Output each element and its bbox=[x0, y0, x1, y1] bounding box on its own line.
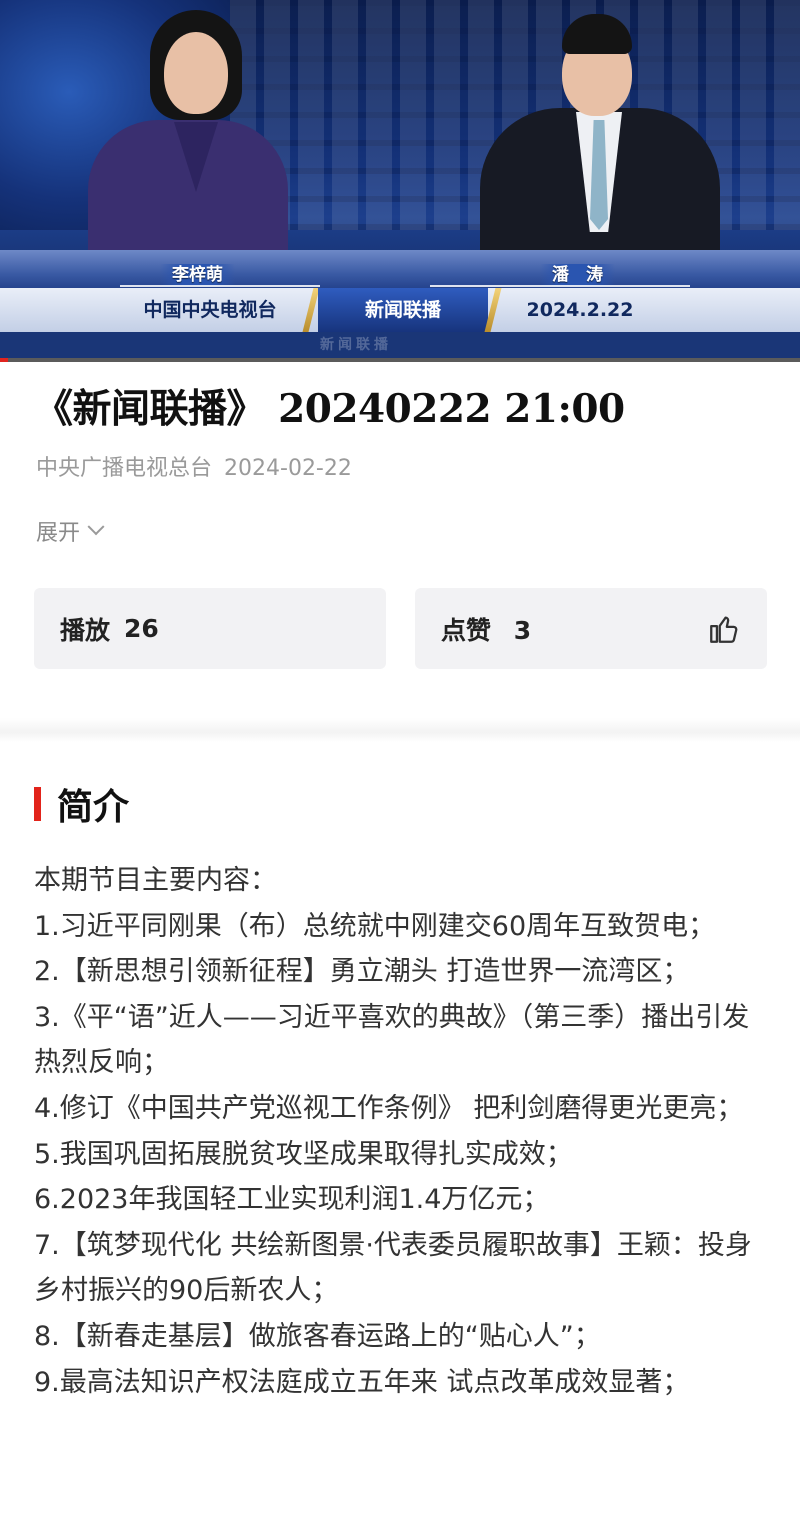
publish-date: 2024-02-22 bbox=[224, 456, 352, 481]
intro-line: 5.我国巩固拓展脱贫攻坚成果取得扎实成效； bbox=[34, 1138, 573, 1170]
banner-date: 2024.2.22 bbox=[526, 299, 634, 321]
intro-line: 1.习近平同刚果（布）总统就中刚建交60周年互致贺电； bbox=[34, 910, 716, 942]
source-name[interactable]: 中央广播电视总台 bbox=[36, 456, 212, 481]
intro-line: 2.【新思想引领新征程】勇立潮头 打造世界一流湾区； bbox=[34, 956, 690, 988]
banner-underlay-text: 新闻联播 bbox=[320, 337, 392, 353]
video-progress-fill bbox=[0, 358, 8, 362]
intro-line: 8.【新春走基层】做旅客春运路上的“贴心人”； bbox=[34, 1320, 601, 1352]
nameplate-underline-right bbox=[430, 285, 690, 287]
intro-title: 简介 bbox=[57, 786, 130, 828]
intro-line: 本期节目主要内容： bbox=[34, 865, 277, 896]
nameplate-underline-left bbox=[120, 285, 320, 287]
intro-line: 9.最高法知识产权法庭成立五年来 试点改革成效显著； bbox=[34, 1366, 690, 1398]
anchor-male-figure bbox=[480, 8, 720, 278]
video-player[interactable]: 李梓萌 潘 涛 中国中央电视台 新闻联播 2024.2.22 新闻联播 bbox=[0, 0, 800, 362]
intro-line: 4.修订《中国共产党巡视工作条例》 把利剑磨得更光更亮； bbox=[34, 1092, 744, 1124]
video-meta: 中央广播电视总台 2024-02-22 bbox=[36, 450, 352, 482]
banner-underlay bbox=[0, 332, 800, 358]
news-desk bbox=[0, 250, 800, 290]
intro-body: 本期节目主要内容： 1.习近平同刚果（布）总统就中刚建交60周年互致贺电； 2.… bbox=[34, 858, 772, 1405]
intro-line: 6.2023年我国轻工业实现利润1.4万亿元； bbox=[34, 1184, 550, 1216]
like-card[interactable]: 点赞 3 bbox=[415, 588, 767, 669]
intro-line: 7.【筑梦现代化 共绘新图景·代表委员履职故事】王颖：投身乡村振兴的90后新农人… bbox=[34, 1229, 752, 1307]
video-progress-bar[interactable] bbox=[0, 358, 800, 362]
play-label: 播放 bbox=[60, 615, 111, 645]
page-title: 《新闻联播》 20240222 21:00 bbox=[34, 386, 625, 432]
intro-header: 简介 bbox=[34, 778, 129, 830]
like-count: 3 bbox=[513, 615, 532, 645]
section-divider bbox=[0, 718, 800, 742]
anchor-female-nameplate: 李梓萌 bbox=[160, 264, 235, 286]
banner-channel: 中国中央电视台 bbox=[143, 299, 277, 321]
chevron-down-icon bbox=[87, 518, 105, 536]
banner-program: 新闻联播 bbox=[318, 288, 488, 332]
play-count: 26 bbox=[124, 614, 159, 643]
anchor-female-figure bbox=[70, 10, 300, 270]
thumbs-up-icon[interactable] bbox=[707, 612, 741, 646]
intro-accent-bar bbox=[34, 787, 41, 821]
lower-third-banner: 中国中央电视台 新闻联播 2024.2.22 bbox=[0, 288, 800, 332]
anchor-male-nameplate: 潘 涛 bbox=[540, 264, 615, 286]
intro-line: 3.《平“语”近人——习近平喜欢的典故》（第三季）播出引发热烈反响； bbox=[34, 1001, 750, 1079]
expand-button[interactable]: 展开 bbox=[36, 515, 105, 547]
banner-divider bbox=[302, 288, 320, 332]
like-label: 点赞 bbox=[441, 615, 492, 645]
play-count-card: 播放 26 bbox=[34, 588, 386, 669]
expand-label: 展开 bbox=[36, 521, 81, 546]
